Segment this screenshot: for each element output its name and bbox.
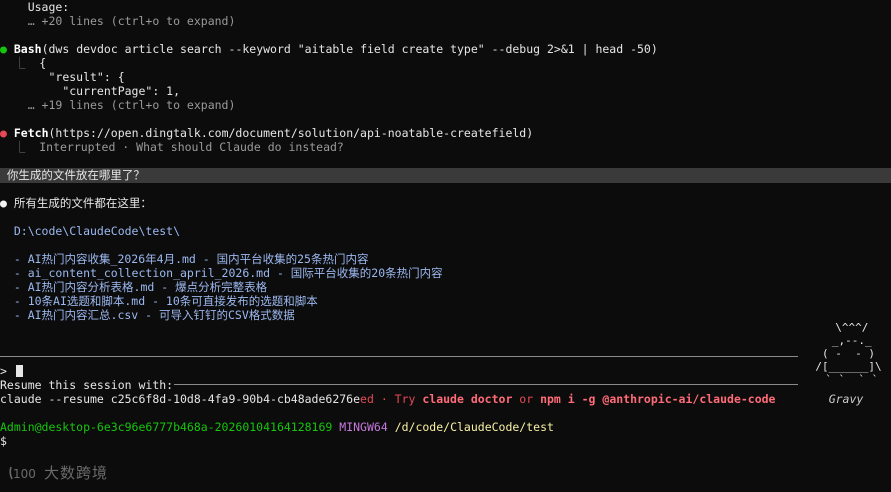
terminal-window[interactable]: Usage: … +20 lines (ctrl+o to expand) ● … (0, 0, 891, 492)
file-list-item: - AI热门内容分析表格.md - 爆点分析完整表格 (0, 280, 268, 294)
shell-prompt-header: Admin@desktop-6e3c96e6777b468a-202601041… (0, 420, 554, 434)
bash-tool-args: (dws devdoc article search --keyword "ai… (41, 42, 658, 56)
bash-expand-hint[interactable]: … +19 lines (ctrl+o to expand) (0, 98, 236, 112)
claude-doctor-command: claude doctor (422, 392, 513, 406)
file-list-item: - AI热门内容收集_2026年4月.md - 国内平台收集的25条热门内容 (0, 252, 369, 266)
mascot-name: Gravy (828, 392, 864, 406)
error-bullet-icon: ● (0, 126, 7, 140)
resume-command[interactable]: claude --resume c25c6f8d-10d8-4fa9-90b4-… (0, 392, 360, 406)
fetch-tool-call: ● Fetch(https://open.dingtalk.com/docume… (0, 126, 533, 140)
bash-output-line: ⎿ { (13, 56, 47, 70)
user-message: 你生成的文件放在哪里了？ (0, 168, 145, 182)
bash-tool-call: ● Bash(dws devdoc article search --keywo… (0, 42, 658, 56)
usage-expand-hint[interactable]: … +20 lines (ctrl+o to expand) (0, 14, 236, 28)
assistant-bullet-icon: ● (0, 196, 7, 210)
resume-label: Resume this session with: (0, 378, 174, 392)
watermark-text: 大数跨境 (44, 464, 109, 482)
success-bullet-icon: ● (0, 42, 7, 56)
mascot-ascii-art: \^^^/ _,--._ ( - - ) /[______]\ ` ` ` ` (815, 321, 882, 386)
text-cursor (15, 365, 23, 377)
shell-cwd: /d/code/ClaudeCode/test (394, 420, 554, 434)
bash-output-line: "currentPage": 1, (34, 84, 181, 98)
fetch-tool-name: Fetch (13, 126, 49, 140)
fetch-tool-args: (https://open.dingtalk.com/document/solu… (48, 126, 534, 140)
prompt-input[interactable]: > (0, 364, 23, 378)
interrupted-status: Interrupted · What should Claude do inst… (39, 140, 344, 154)
tree-branch-icon: ⎿ (13, 140, 26, 154)
input-bottom-divider (174, 384, 798, 385)
usage-line: Usage: (0, 0, 70, 14)
file-list-item: - 10条AI选题和脚本.md - 10条可直接发布的选题和脚本 (0, 294, 318, 308)
shell-prompt[interactable]: $ (0, 434, 7, 448)
bash-tool-name: Bash (13, 42, 42, 56)
watermark-logo-icon: 100 (9, 466, 36, 481)
bash-output-line: "result": { (34, 70, 125, 84)
shell-env: MINGW64 (339, 420, 388, 434)
assistant-answer: ● 所有生成的文件都在这里： (0, 196, 152, 210)
svg-text:100: 100 (13, 467, 36, 481)
resume-command-line: claude --resume c25c6f8d-10d8-4fa9-90b4-… (0, 392, 776, 406)
input-top-divider (0, 356, 798, 357)
file-list-item: - AI热门内容汇总.csv - 可导入钉钉的CSV格式数据 (0, 308, 295, 322)
shell-user-host: Admin@desktop-6e3c96e6777b468a-202601041… (0, 420, 333, 434)
fetch-status-line: ⎿ Interrupted · What should Claude do in… (0, 140, 344, 154)
output-path: D:\code\ClaudeCode\test\ (0, 224, 181, 238)
file-list-item: - ai_content_collection_april_2026.md - … (0, 266, 443, 280)
tree-branch-icon: ⎿ (13, 56, 26, 70)
npm-install-command: npm i -g @anthropic-ai/claude-code (540, 392, 776, 406)
prompt-symbol: > (0, 364, 7, 378)
watermark: 100 大数跨境 (8, 462, 108, 484)
